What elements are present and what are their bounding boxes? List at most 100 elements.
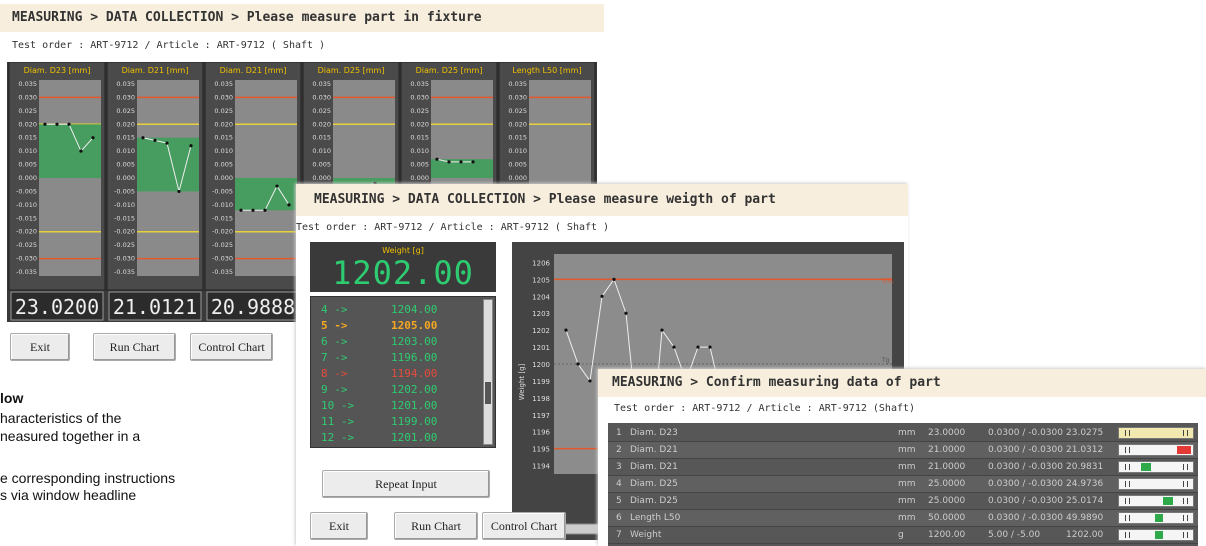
- data-point: [91, 136, 95, 140]
- y-tick-label: 0.030: [312, 93, 331, 101]
- tolerance-tick: [1129, 430, 1130, 436]
- y-tick-label: 0.020: [410, 120, 429, 128]
- y-tick-label: 0.015: [116, 134, 135, 142]
- item-value: 1202.00: [391, 383, 438, 396]
- y-tick-label: -0.020: [16, 228, 37, 236]
- data-point: [708, 345, 712, 349]
- tolerance-tick: [1129, 481, 1130, 487]
- tolerance-bar: [1118, 444, 1194, 456]
- list-item[interactable]: 7 -> 1196.00: [321, 351, 481, 367]
- list-item[interactable]: 10 -> 1201.00: [321, 399, 481, 415]
- table-row[interactable]: 7 Weight g 1200.00 5.00 / -5.00 1202.00: [608, 527, 1198, 544]
- y-tick-label: 0.015: [214, 134, 233, 142]
- list-item[interactable]: 6 -> 1203.00: [321, 335, 481, 351]
- y-tick-label: 0.010: [312, 147, 331, 155]
- panel-title: Diam. D23 [mm]: [24, 66, 91, 75]
- exit-button[interactable]: Exit: [10, 333, 70, 361]
- item-value: 1201.00: [391, 399, 438, 412]
- tolerance-tick: [1187, 430, 1188, 436]
- center-label: Tg: [881, 357, 890, 364]
- table-row[interactable]: 5 Diam. D25 mm 25.0000 0.0300 / -0.0300 25.01…: [608, 493, 1198, 510]
- row-number: 5: [616, 496, 622, 506]
- data-point: [600, 294, 604, 298]
- panel-title: Length L50 [mm]: [512, 66, 581, 75]
- y-tick-label: 0.025: [214, 107, 233, 115]
- list-item[interactable]: 5 -> 1205.00: [321, 319, 481, 335]
- data-point: [43, 122, 47, 126]
- run-chart-button[interactable]: Run Chart: [93, 333, 176, 361]
- y-tick-label: -0.005: [16, 187, 37, 195]
- y-tick-label: 0.010: [214, 147, 233, 155]
- panel-title: Diam. D25 [mm]: [416, 66, 483, 75]
- data-point: [239, 208, 243, 212]
- y-tick-label: -0.025: [16, 241, 37, 249]
- row-number: 7: [616, 530, 622, 540]
- tolerance-tick: [1183, 464, 1184, 470]
- y-tick-label: -0.025: [114, 241, 135, 249]
- table-row[interactable]: 2 Diam. D21 mm 21.0000 0.0300 / -0.0300 21.03…: [608, 442, 1198, 459]
- y-tick-label: 0.020: [214, 120, 233, 128]
- y-tick-label: 0.035: [116, 80, 135, 88]
- panel-title: Diam. D21 [mm]: [220, 66, 287, 75]
- list-item[interactable]: 11 -> 1199.00: [321, 415, 481, 431]
- y-tick-label: 0.035: [410, 80, 429, 88]
- tolerance-tick: [1125, 515, 1126, 521]
- tolerance-tick: [1129, 447, 1130, 453]
- repeat-input-button[interactable]: Repeat Input: [322, 470, 490, 498]
- tolerance-tick: [1183, 515, 1184, 521]
- list-item[interactable]: 12 -> 1201.00: [321, 431, 481, 447]
- tolerance-marker: [1141, 463, 1151, 471]
- characteristic-name: Length L50: [630, 513, 681, 523]
- control-chart-button[interactable]: Control Chart: [190, 333, 273, 361]
- list-scrollbar[interactable]: [483, 299, 493, 445]
- measurement-list[interactable]: 4 -> 1204.00 5 -> 1205.00 6 -> 1203.00 7 -> 119…: [310, 296, 496, 448]
- table-row[interactable]: 3 Diam. D21 mm 21.0000 0.0300 / -0.0300 20.98…: [608, 459, 1198, 476]
- list-item[interactable]: 4 -> 1204.00: [321, 303, 481, 319]
- y-tick-label: 1195: [532, 446, 550, 454]
- exit-button[interactable]: Exit: [310, 512, 368, 540]
- tolerance-bar: [1118, 478, 1194, 490]
- list-item[interactable]: 9 -> 1202.00: [321, 383, 481, 399]
- list-item[interactable]: 8 -> 1194.00: [321, 367, 481, 383]
- table-row[interactable]: 1 Diam. D23 mm 23.0000 0.0300 / -0.0300 23.02…: [608, 425, 1198, 442]
- table-row[interactable]: 6 Length L50 mm 50.0000 0.0300 / -0.0300 49.9…: [608, 510, 1198, 527]
- data-point: [55, 122, 59, 126]
- data-point: [435, 157, 439, 161]
- y-tick-label: 0.030: [508, 93, 527, 101]
- y-tick-label: 0.025: [312, 107, 331, 115]
- panel-title: Diam. D21 [mm]: [122, 66, 189, 75]
- y-tick-label: -0.020: [212, 228, 233, 236]
- weight-display: Weight [g] 1202.00: [310, 242, 496, 292]
- y-tick-label: 0.010: [116, 147, 135, 155]
- y-axis-label: Weight [g]: [518, 363, 526, 400]
- y-tick-label: 0.035: [214, 80, 233, 88]
- y-tick-label: 0.005: [312, 161, 331, 169]
- data-point: [612, 277, 616, 281]
- table-row[interactable]: 4 Diam. D25 mm 25.0000 0.0300 / -0.0300 24.97…: [608, 476, 1198, 493]
- tolerance-tick: [1187, 498, 1188, 504]
- y-tick-label: 0.005: [116, 161, 135, 169]
- run-chart-button[interactable]: Run Chart: [394, 512, 478, 540]
- unit: mm: [898, 445, 916, 455]
- y-tick-label: 0.030: [410, 93, 429, 101]
- y-tick-label: 0.015: [18, 134, 37, 142]
- tolerance-tick: [1187, 515, 1188, 521]
- y-tick-label: 0.035: [312, 80, 331, 88]
- y-tick-label: -0.020: [114, 228, 135, 236]
- y-tick-label: 0.020: [312, 120, 331, 128]
- y-tick-label: 1206: [532, 259, 550, 267]
- y-tick-label: 0.000: [18, 174, 37, 182]
- control-chart-button[interactable]: Control Chart: [482, 512, 566, 540]
- measured-value: 1202.00: [1066, 530, 1104, 540]
- data-point: [67, 122, 71, 126]
- tolerance-bar: [1118, 427, 1194, 439]
- y-tick-label: 0.000: [116, 174, 135, 182]
- data-point: [672, 345, 676, 349]
- scroll-thumb[interactable]: [485, 382, 491, 404]
- item-index: 9 ->: [321, 383, 348, 396]
- nominal-value: 25.0000: [928, 496, 966, 506]
- item-value: 1204.00: [391, 303, 438, 316]
- tolerance-tick: [1129, 464, 1130, 470]
- tolerance-marker: [1177, 446, 1191, 454]
- y-tick-label: 0.005: [214, 161, 233, 169]
